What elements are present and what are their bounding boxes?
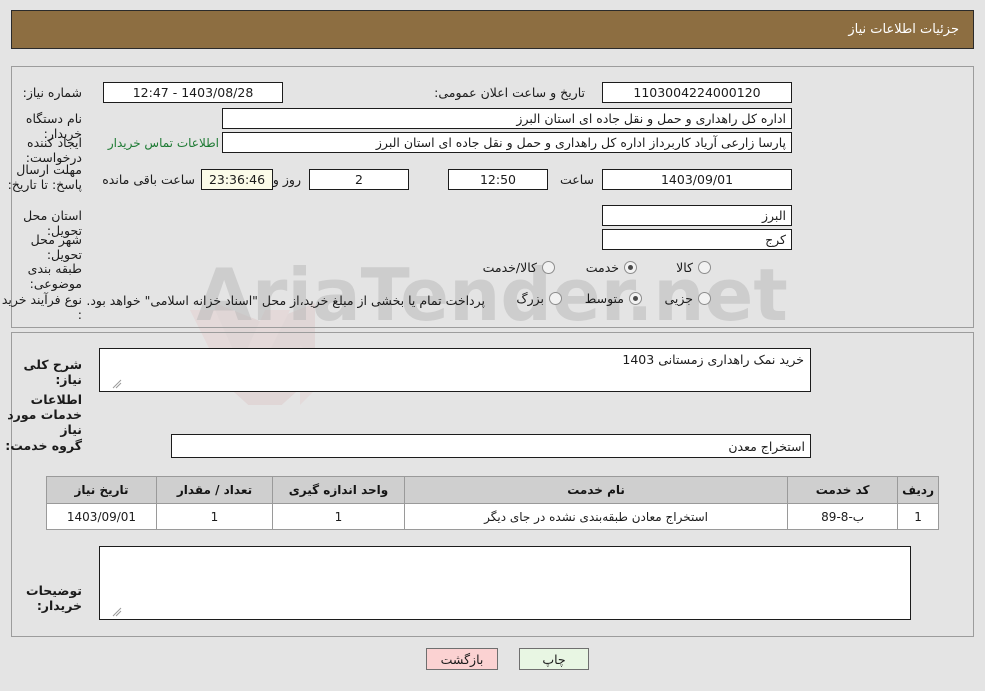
delivery-province-value: البرز [602,205,792,226]
page-root: AriaTender.net جزئیات اطلاعات نیاز شماره… [0,0,985,691]
cell-quantity: 1 [156,503,273,530]
deadline-date-value: 1403/09/01 [602,169,792,190]
delivery-city-label: شهر محل تحویل: [30,232,82,262]
table-header-need-date: تاریخ نیاز [46,476,157,504]
remaining-countdown-timer: 23:36:46 [201,169,273,190]
remaining-days-label: روز و [272,172,301,187]
table-header-row-index: ردیف [897,476,939,504]
announcement-datetime-value: 1403/08/28 - 12:47 [103,82,283,103]
radio-process-bozorg[interactable]: بزرگ [516,291,562,306]
cell-row-index: 1 [897,503,939,530]
services-table: ردیف کد خدمت نام خدمت واحد اندازه گیری ت… [46,476,939,530]
radio-indicator [698,261,711,274]
radio-indicator [549,292,562,305]
delivery-city-value: کرج [602,229,792,250]
services-section-title: اطلاعات خدمات مورد نیاز [7,392,82,437]
radio-indicator [624,261,637,274]
table-header-unit: واحد اندازه گیری [272,476,405,504]
cell-unit: 1 [272,503,405,530]
buyer-notes-textarea[interactable] [99,546,911,620]
deadline-hour-label: ساعت [559,172,594,187]
table-header-row: ردیف کد خدمت نام خدمت واحد اندازه گیری ت… [46,476,939,504]
radio-category-kala-khedmat[interactable]: کالا/خدمت [483,260,555,275]
service-group-label: گروه خدمت: [5,438,82,453]
radio-category-khedmat[interactable]: خدمت [586,260,637,275]
radio-process-motavaset[interactable]: متوسط [585,291,642,306]
requester-label: ایجاد کننده درخواست: [25,135,82,165]
radio-process-jozei[interactable]: جزیی [664,291,711,306]
back-button[interactable]: بازگشت [426,648,498,670]
need-number-label: شماره نیاز: [22,85,82,100]
print-button[interactable]: چاپ [519,648,589,670]
announcement-datetime-label: تاریخ و ساعت اعلان عمومی: [434,85,585,100]
need-summary-panel [11,66,974,328]
table-row: 1 ب-8-89 استخراج معادن طبقه‌بندی نشده در… [46,503,939,530]
cell-service-name: استخراج معادن طبقه‌بندی نشده در جای دیگر [403,503,789,530]
radio-indicator [629,292,642,305]
radio-label: کالا/خدمت [482,260,537,275]
page-header-bar: جزئیات اطلاعات نیاز [11,10,974,49]
radio-label: جزیی [664,291,693,306]
response-deadline-label: مهلت ارسال پاسخ: تا تاریخ: [7,162,82,192]
buyer-organization-value: اداره کل راهداری و حمل و نقل جاده ای است… [222,108,792,129]
table-header-service-code: کد خدمت [787,476,899,504]
table-header-service-name: نام خدمت [403,476,789,504]
need-summary-label: شرح کلی نیاز: [23,357,82,387]
cell-need-date: 1403/09/01 [46,503,157,530]
buyer-notes-label: توضیحات خریدار: [26,583,82,613]
cell-service-code: ب-8-89 [787,503,899,530]
need-number-value: 1103004224000120 [602,82,792,103]
remaining-hours-label: ساعت باقی مانده [102,172,195,187]
requester-value: پارسا زارعی آریاد کاربرداز اداره کل راهد… [222,132,792,153]
radio-label: کالا [676,260,693,275]
remaining-days-value: 2 [309,169,409,190]
radio-label: بزرگ [516,291,544,306]
buyer-contact-link[interactable]: اطلاعات تماس خریدار [108,136,219,150]
radio-indicator [542,261,555,274]
service-group-value: استخراج معدن [171,434,811,458]
deadline-time-value: 12:50 [448,169,548,190]
page-title: جزئیات اطلاعات نیاز [848,22,959,37]
need-summary-textarea[interactable] [99,348,811,392]
treasury-payment-note: پرداخت تمام یا بخشی از مبلغ خرید،از محل … [86,293,485,308]
purchase-process-label: نوع فرآیند خرید : [1,292,82,322]
radio-label: خدمت [585,260,619,275]
table-header-quantity: تعداد / مقدار [156,476,273,504]
radio-indicator [698,292,711,305]
radio-label: متوسط [584,291,624,306]
radio-category-kala[interactable]: کالا [676,260,711,275]
subject-category-label: طبقه بندی موضوعی: [27,261,82,291]
